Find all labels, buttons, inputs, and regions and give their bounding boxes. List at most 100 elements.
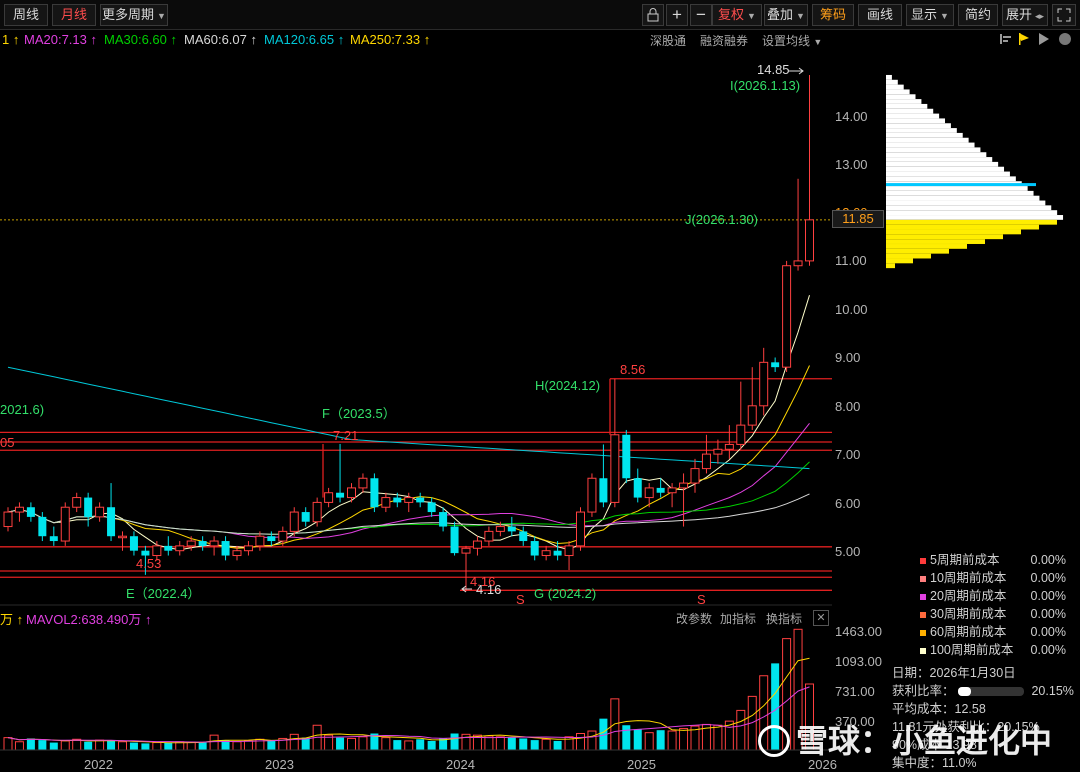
candle-body [439,512,448,527]
price-tick: 5.00 [835,544,861,559]
flag-icon[interactable] [1018,32,1030,46]
play-icon[interactable] [1038,32,1050,46]
chips-button[interactable]: 筹码 [812,4,854,26]
volume-bar [495,736,505,751]
cost-list: 5周期前成本 0.00% 10周期前成本 0.00% 20周期前成本 0.00% 30… [920,551,1070,659]
draw-line-button[interactable]: 画线 [858,4,902,26]
volume-bar [644,732,654,751]
candle-body [404,497,414,503]
candle-body [610,434,620,503]
chip-bar [886,186,1028,191]
fullscreen-icon[interactable] [1052,4,1076,26]
expand-button[interactable]: 展开 ◂▸ [1002,4,1048,26]
volume-bar [381,737,391,751]
candle-body [141,550,150,556]
price-chart[interactable]: 14.85I(2026.1.13) J(2026.1.30) H(2024.12) 8… [0,50,832,606]
candle-body [427,502,436,513]
chip-distribution [886,74,1064,269]
chip-bar [886,113,940,119]
candle-body [587,477,597,513]
volume-bar [679,728,689,751]
adjust-dropdown[interactable]: 复权 ▼ [712,4,762,26]
candle-body [736,424,746,445]
mavol1-line [7,657,810,744]
ma250-value: MA250:7.33 ↑ [350,32,431,47]
candle-body [656,487,665,493]
simple-mode-button[interactable]: 简约 [958,4,998,26]
candle-body [450,526,459,554]
display-dropdown[interactable]: 显示 ▼ [906,4,954,26]
adjust-label: 复权 [718,7,745,22]
candle-body [530,541,539,556]
lock-icon[interactable] [642,4,664,26]
candle-body [472,540,482,549]
high-price-label: 14.85 [757,62,790,77]
chip-bar [886,200,1046,206]
legend-swatch [920,611,926,618]
candle-body [72,497,82,508]
label-left-price: 05 [0,435,14,450]
ma-partial-value: 1 ↑ [2,32,20,47]
volume-bar [243,740,253,751]
zoom-in-icon[interactable]: + [666,4,688,26]
label-left-date: 2021.6) [0,402,44,417]
candle-body [278,530,288,542]
tab-weekly[interactable]: 周线 [4,4,48,26]
volume-bar [622,725,631,750]
chip-bar [886,89,910,95]
chip-bar [886,118,946,124]
price-tick: 11.00 [835,253,867,268]
candle-body [129,536,138,551]
volume-bar [393,740,402,750]
candle-body [484,530,494,542]
more-periods-dropdown[interactable]: 更多周期 ▼ [100,4,168,26]
candle-body [198,541,207,546]
volume-bar [541,738,551,751]
palette-icon[interactable] [1058,32,1071,46]
candle-body [381,497,391,508]
label-E-price: 4.53 [136,556,161,571]
candle-body [793,260,803,267]
stat-profit: 获利比率： 20.15% [892,684,1074,698]
candle-body [3,511,13,528]
volume-bar [427,740,436,750]
chip-bar [886,74,892,80]
set-ma-dropdown[interactable]: 设置均线 ▼ [762,32,822,49]
cost-row: 100周期前成本 0.00% [920,641,1070,659]
marker-s: S [697,592,706,606]
profit-bar [958,687,1024,697]
year-label: 2022 [84,757,113,772]
margin-trading-link[interactable]: 融资融券 [700,32,748,49]
ma120-value: MA120:6.65 ↑ [264,32,345,47]
more-periods-label: 更多周期 [102,7,155,22]
price-tick: 9.00 [835,350,861,365]
chip-bar [886,123,951,129]
profit-bar-fill [958,687,972,697]
stat-date: 日期：2026年1月30日 [892,666,1016,680]
watermark: 雪球：小鱼进化中 [758,716,1052,762]
chip-bar [886,190,1034,196]
volume-bar [416,739,425,750]
volume-chart[interactable] [0,608,832,752]
candle-body [232,550,242,557]
candle-body [553,550,562,556]
label-F-price: 7.21 [333,428,358,443]
volume-bar [129,742,138,750]
volume-bar [587,730,597,751]
chip-bar [886,84,904,90]
chevron-down-icon: ▼ [747,11,756,21]
candle-body [507,526,516,532]
candle-body [38,516,47,537]
zoom-out-icon[interactable]: − [690,4,712,26]
label-H-price: 8.56 [620,362,645,377]
volume-bar [38,740,47,750]
hk-connect-link[interactable]: 深股通 [650,32,686,49]
tab-monthly[interactable]: 月线 [52,4,96,26]
candle-body [724,443,734,450]
chip-distribution-icon[interactable] [1000,32,1012,46]
overlay-dropdown[interactable]: 叠加 ▼ [764,4,808,26]
candle-body [289,511,299,532]
candle-body [416,497,425,503]
candle-body [690,468,700,484]
candle-body [370,478,379,508]
